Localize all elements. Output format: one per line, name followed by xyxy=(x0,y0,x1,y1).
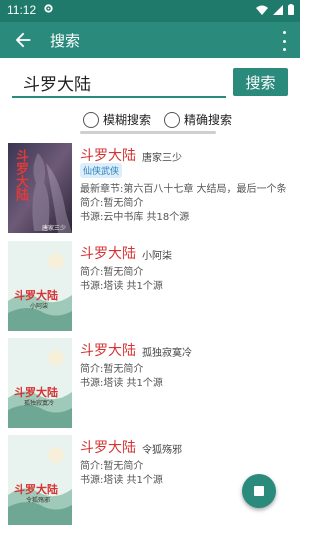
latest-chapter: 最新章节:第六百八十七章 大结局，最后一个条 xyxy=(80,184,287,195)
cover-author: 唐家三少 xyxy=(42,225,67,232)
status-time: 11:12 xyxy=(7,3,37,17)
book-intro: 简介:暂无简介 xyxy=(80,461,144,472)
book-author: 唐家三少 xyxy=(142,153,182,164)
page-title: 搜索 xyxy=(50,32,81,50)
book-cover: 斗罗大陆 小阿柒 xyxy=(8,241,72,331)
radio-fuzzy-search[interactable]: 模糊搜索 xyxy=(83,111,151,128)
book-cover: 斗罗大陆 令狐殇邪 xyxy=(8,435,72,525)
book-cover: 斗罗大陆 孤独寂寞冷 xyxy=(8,338,72,428)
radio-circle-icon[interactable] xyxy=(83,111,99,128)
cover-author: 令狐殇邪 xyxy=(26,497,51,504)
book-author: 令狐殇邪 xyxy=(142,445,182,456)
status-icons xyxy=(256,4,294,15)
more-vert-icon xyxy=(282,31,286,34)
book-intro: 简介:暂无简介 xyxy=(80,364,144,375)
cover-author: 孤独寂寞冷 xyxy=(24,400,55,407)
search-field[interactable] xyxy=(12,68,226,98)
radio-circle-icon[interactable] xyxy=(164,111,180,128)
search-underline xyxy=(12,96,226,98)
search-input[interactable] xyxy=(12,68,226,96)
search-button[interactable]: 搜索 xyxy=(233,68,288,96)
battery-icon xyxy=(288,4,294,15)
list-item[interactable]: 斗罗大陆 唐家三少 斗罗大陆 唐家三少 仙侠武侠 最新章节:第六百八十七章 大结… xyxy=(0,143,300,233)
book-intro: 简介:暂无简介 xyxy=(80,198,144,209)
book-source: 书源:塔读 共1个源 xyxy=(80,378,163,389)
stop-search-button[interactable] xyxy=(242,474,276,508)
wifi-icon xyxy=(256,5,268,15)
book-source: 书源:塔读 共1个源 xyxy=(80,475,163,486)
book-author: 小阿柒 xyxy=(142,251,172,262)
book-cover: 斗罗大陆 唐家三少 xyxy=(8,143,72,233)
book-title: 斗罗大陆 xyxy=(80,246,136,262)
book-source: 书源:塔读 共1个源 xyxy=(80,281,163,292)
arrow-left-icon xyxy=(15,32,31,48)
radio-label: 精确搜索 xyxy=(184,113,233,127)
cover-title: 斗罗大陆 xyxy=(13,149,28,201)
book-title: 斗罗大陆 xyxy=(80,148,136,164)
back-button[interactable] xyxy=(12,29,34,51)
list-item[interactable]: 斗罗大陆 小阿柒 斗罗大陆 小阿柒 简介:暂无简介 书源:塔读 共1个源 xyxy=(0,241,300,331)
app-bar: 搜索 xyxy=(0,22,300,58)
settings-status-icon xyxy=(43,3,54,18)
book-author: 孤独寂寞冷 xyxy=(142,348,192,359)
cover-author: 小阿柒 xyxy=(30,303,49,310)
status-bar: 11:12 xyxy=(0,0,300,22)
horizontal-scrollbar[interactable] xyxy=(80,131,216,134)
more-options-button[interactable] xyxy=(280,31,288,51)
search-mode-group: 模糊搜索 精确搜索 xyxy=(0,111,300,131)
stop-icon xyxy=(254,486,264,496)
genre-tag: 仙侠武侠 xyxy=(80,163,123,178)
list-item[interactable]: 斗罗大陆 孤独寂寞冷 斗罗大陆 孤独寂寞冷 简介:暂无简介 书源:塔读 共1个源 xyxy=(0,338,300,428)
radio-exact-search[interactable]: 精确搜索 xyxy=(164,111,232,128)
radio-label: 模糊搜索 xyxy=(103,113,152,127)
book-title: 斗罗大陆 xyxy=(80,440,136,456)
book-source: 书源:云中书库 共18个源 xyxy=(80,212,190,223)
signal-icon xyxy=(273,4,283,15)
book-title: 斗罗大陆 xyxy=(80,343,136,359)
book-intro: 简介:暂无简介 xyxy=(80,267,144,278)
